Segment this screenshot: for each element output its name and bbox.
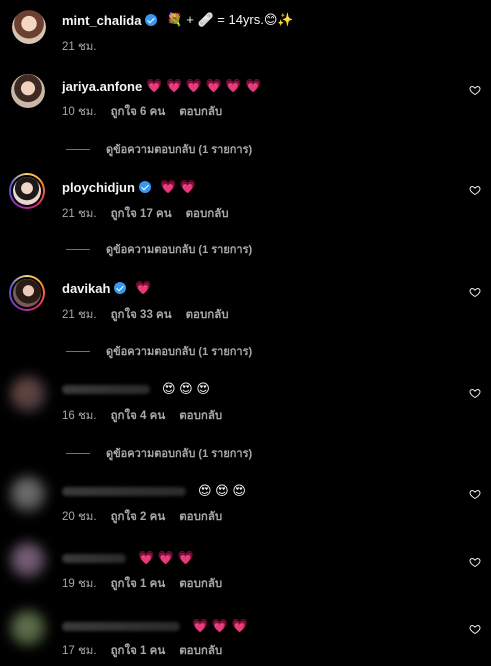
comment-likes[interactable]: ถูกใจ 1 คน: [111, 575, 166, 593]
reply-button[interactable]: ตอบกลับ: [179, 103, 222, 121]
caption-avatar[interactable]: [12, 10, 46, 44]
comment-likes[interactable]: ถูกใจ 2 คน: [111, 508, 166, 526]
heart-outline-icon[interactable]: [469, 623, 481, 635]
heart-outline-icon[interactable]: [469, 387, 481, 399]
heart-outline-icon[interactable]: [469, 286, 481, 298]
reply-button[interactable]: ตอบกลับ: [179, 407, 222, 425]
view-replies-label: ดูข้อความตอบกลับ (1 รายการ): [106, 244, 253, 256]
reply-button[interactable]: ตอบกลับ: [186, 306, 229, 324]
view-replies-button[interactable]: ดูข้อความตอบกลับ (1 รายการ): [66, 444, 252, 462]
comment-likes[interactable]: ถูกใจ 33 คน: [111, 306, 172, 324]
verified-badge-icon: [114, 282, 127, 294]
comment-time: 20 ชม.: [62, 511, 97, 523]
comment-likes[interactable]: ถูกใจ 6 คน: [111, 103, 166, 121]
reply-button[interactable]: ตอบกลับ: [179, 575, 222, 593]
view-replies-label: ดูข้อความตอบกลับ (1 รายการ): [106, 144, 253, 156]
comment-username[interactable]: davikah: [62, 281, 110, 296]
reply-button[interactable]: ตอบกลับ: [186, 205, 229, 223]
comment-username[interactable]: [62, 384, 150, 394]
heart-outline-icon[interactable]: [469, 84, 481, 96]
comment-likes[interactable]: ถูกใจ 17 คน: [111, 205, 172, 223]
replies-divider: [66, 452, 90, 454]
comment-time: 10 ชม.: [62, 106, 97, 118]
comment-avatar[interactable]: [9, 173, 45, 209]
comment-time: 17 ชม.: [62, 645, 97, 657]
heart-outline-icon[interactable]: [469, 488, 481, 500]
comment-avatar[interactable]: [10, 476, 46, 512]
comment-avatar[interactable]: [10, 610, 46, 646]
reply-button[interactable]: ตอบกลับ: [179, 508, 222, 526]
comment-text: 💗 💗: [159, 179, 196, 194]
comment-text: 💗: [135, 280, 152, 295]
comment-time: 21 ชม.: [62, 309, 97, 321]
comment-avatar[interactable]: [10, 376, 46, 412]
reply-button[interactable]: ตอบกลับ: [179, 642, 222, 660]
comment-username[interactable]: [62, 486, 186, 496]
comment-time: 21 ชม.: [62, 208, 97, 220]
comment-likes[interactable]: ถูกใจ 4 คน: [111, 407, 166, 425]
caption-username[interactable]: mint_chalida: [62, 13, 141, 28]
view-replies-label: ดูข้อความตอบกลับ (1 รายการ): [106, 346, 253, 358]
replies-divider: [66, 148, 90, 150]
view-replies-button[interactable]: ดูข้อความตอบกลับ (1 รายการ): [66, 342, 252, 360]
post-caption: mint_chalida 💐 + 🩹 = 14yrs.😊✨ 21 ชม.: [0, 0, 491, 60]
comment-text: 💗 💗 💗: [138, 550, 194, 565]
heart-outline-icon[interactable]: [469, 184, 481, 196]
comment-avatar[interactable]: [9, 275, 45, 311]
replies-divider: [66, 350, 90, 352]
comment-username[interactable]: [62, 553, 126, 563]
replies-divider: [66, 248, 90, 250]
heart-outline-icon[interactable]: [469, 556, 481, 568]
comment-time: 16 ชม.: [62, 410, 97, 422]
view-replies-button[interactable]: ดูข้อความตอบกลับ (1 รายการ): [66, 240, 252, 258]
caption-text: 💐 + 🩹 = 14yrs.😊✨: [166, 12, 294, 27]
verified-badge-icon: [138, 181, 151, 193]
comment-likes[interactable]: ถูกใจ 1 คน: [111, 642, 166, 660]
comment-text: 😍 😍 😍: [162, 381, 210, 396]
comment-avatar[interactable]: [11, 74, 45, 108]
view-replies-button[interactable]: ดูข้อความตอบกลับ (1 รายการ): [66, 140, 252, 158]
comment-text: 💗 💗 💗: [192, 618, 248, 633]
verified-badge-icon: [145, 14, 158, 26]
comment-time: 19 ชม.: [62, 578, 97, 590]
comment-text: 💗 💗 💗 💗 💗 💗: [146, 78, 262, 93]
view-replies-label: ดูข้อความตอบกลับ (1 รายการ): [106, 448, 253, 460]
comment-username[interactable]: [62, 621, 180, 631]
comment-username[interactable]: jariya.anfone: [62, 79, 142, 94]
caption-time: 21 ชม.: [62, 41, 97, 53]
comment-text: 😍 😍 😍: [198, 483, 246, 498]
comment-avatar[interactable]: [10, 542, 46, 578]
comment-username[interactable]: ploychidjun: [62, 180, 135, 195]
